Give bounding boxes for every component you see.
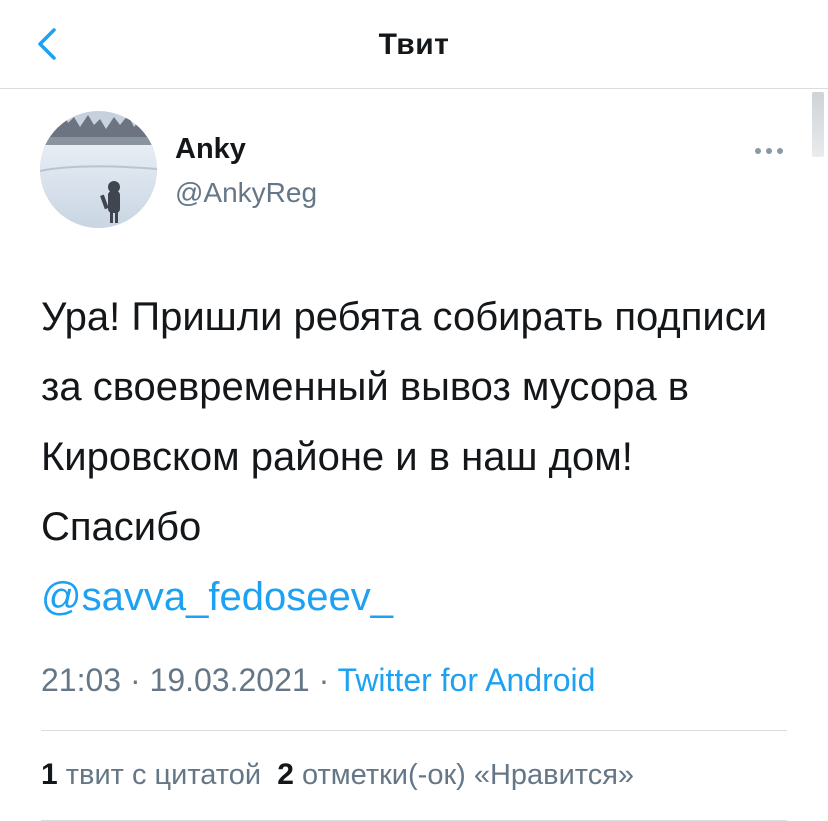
tweet-metadata: 21:03 · 19.03.2021 · Twitter for Android bbox=[41, 662, 595, 699]
tweet-text: Ура! Пришли ребята собирать подписи за с… bbox=[41, 282, 801, 632]
scroll-indicator bbox=[812, 92, 824, 157]
top-bar: Твит bbox=[0, 0, 828, 89]
tweet-body: Ура! Пришли ребята собирать подписи за с… bbox=[41, 295, 768, 549]
like-label: отметки(-ок) «Нравится» bbox=[301, 759, 635, 791]
display-name[interactable]: Anky bbox=[175, 133, 246, 166]
avatar[interactable] bbox=[40, 111, 157, 228]
meta-separator: · bbox=[318, 662, 330, 698]
like-count: 2 bbox=[277, 758, 294, 791]
username[interactable]: @AnkyReg bbox=[175, 177, 317, 209]
tweet-stats: 1 твит с цитатой 2 отметки(-ок) «Нравитс… bbox=[41, 758, 634, 792]
quote-count: 1 bbox=[41, 758, 58, 791]
quote-tweets-stat[interactable]: 1 твит с цитатой bbox=[41, 758, 262, 791]
tweet-source-link[interactable]: Twitter for Android bbox=[338, 662, 596, 698]
meta-separator: · bbox=[129, 662, 141, 698]
tweet-date: 19.03.2021 bbox=[149, 662, 310, 698]
likes-stat[interactable]: 2 отметки(-ок) «Нравится» bbox=[277, 758, 635, 791]
divider bbox=[41, 730, 787, 731]
more-options-button[interactable] bbox=[750, 138, 790, 164]
mention-link[interactable]: @savva_fedoseev_ bbox=[41, 575, 393, 619]
page-title: Твит bbox=[378, 28, 450, 61]
avatar-photo bbox=[40, 111, 157, 228]
tweet-time: 21:03 bbox=[41, 662, 122, 698]
quote-label: твит с цитатой bbox=[65, 759, 262, 791]
ellipsis-icon bbox=[755, 148, 783, 154]
